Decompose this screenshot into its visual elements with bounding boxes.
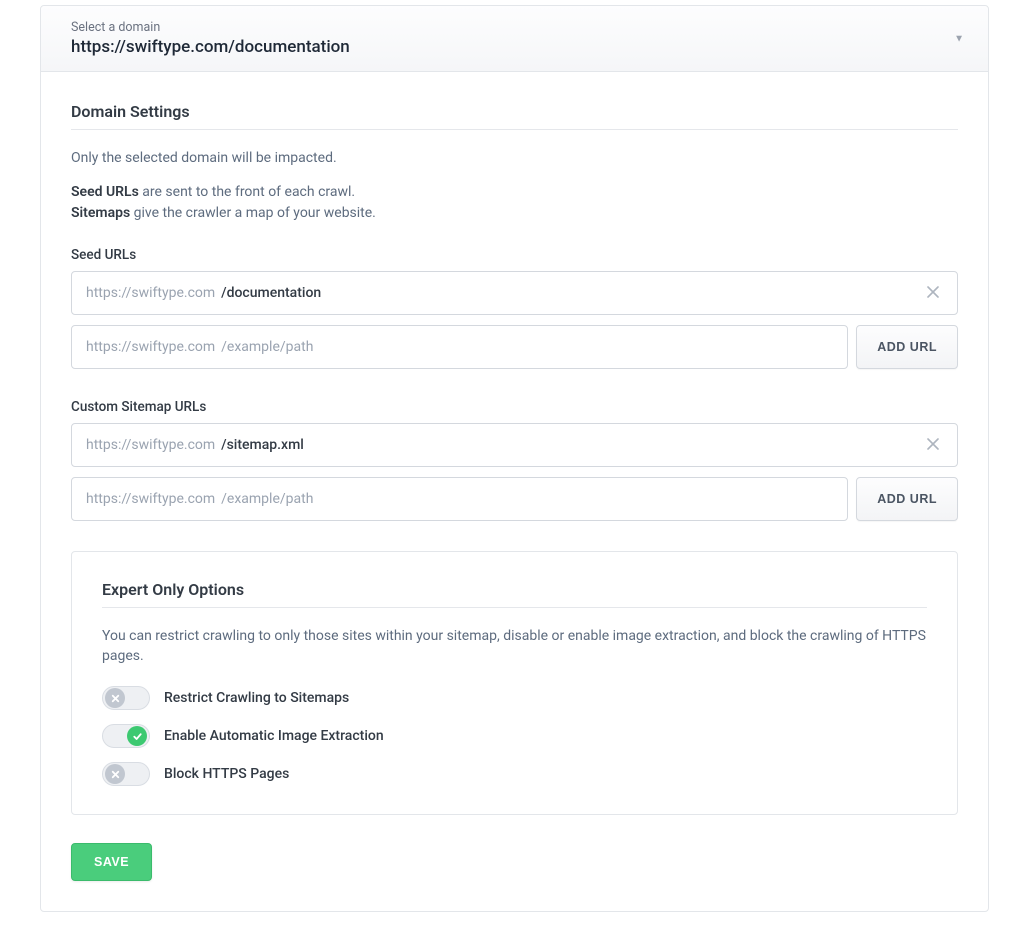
sitemaps-strong: Sitemaps (71, 205, 130, 221)
toggle-row-image-extraction: Enable Automatic Image Extraction (102, 724, 927, 748)
url-prefix: https://swiftype.com (86, 285, 215, 301)
toggle-label: Block HTTPS Pages (164, 766, 289, 782)
toggle-row-restrict-crawling: Restrict Crawling to Sitemaps (102, 686, 927, 710)
seed-urls-strong: Seed URLs (71, 184, 139, 200)
toggle-restrict-crawling[interactable] (102, 686, 150, 710)
domain-selector-value: https://swiftype.com/documentation (71, 37, 958, 57)
sitemap-url-input-wrap[interactable]: https://swiftype.com /sitemap.xml (71, 423, 958, 467)
seed-url-path: /documentation (221, 285, 321, 301)
sitemaps-desc: give the crawler a map of your website. (130, 205, 376, 221)
close-icon[interactable] (923, 281, 943, 305)
toggles-wrap: Restrict Crawling to Sitemaps Enable Aut… (102, 686, 927, 786)
close-icon[interactable] (923, 433, 943, 457)
expert-options-panel: Expert Only Options You can restrict cra… (71, 551, 958, 816)
seed-url-input[interactable] (221, 339, 833, 355)
seed-url-add-row: https://swiftype.com ADD URL (71, 325, 958, 369)
toggle-block-https[interactable] (102, 762, 150, 786)
sitemap-url-path: /sitemap.xml (221, 437, 304, 453)
toggle-label: Enable Automatic Image Extraction (164, 728, 384, 744)
section-description: Seed URLs are sent to the front of each … (71, 182, 958, 223)
add-seed-url-button[interactable]: ADD URL (856, 325, 958, 369)
seed-urls-group: Seed URLs https://swiftype.com /document… (71, 247, 958, 369)
expert-desc: You can restrict crawling to only those … (102, 626, 927, 667)
x-icon (105, 688, 125, 708)
panel-body: Domain Settings Only the selected domain… (41, 72, 988, 911)
sitemap-url-new-input-wrap[interactable]: https://swiftype.com (71, 477, 848, 521)
seed-urls-heading: Seed URLs (71, 247, 958, 263)
section-title: Domain Settings (71, 102, 958, 130)
settings-panel: Select a domain https://swiftype.com/doc… (40, 5, 989, 912)
sitemap-url-add-row: https://swiftype.com ADD URL (71, 477, 958, 521)
toggle-row-block-https: Block HTTPS Pages (102, 762, 927, 786)
add-sitemap-url-button[interactable]: ADD URL (856, 477, 958, 521)
seed-url-new-input-wrap[interactable]: https://swiftype.com (71, 325, 848, 369)
seed-url-row: https://swiftype.com /documentation (71, 271, 958, 315)
seed-url-input-wrap[interactable]: https://swiftype.com /documentation (71, 271, 958, 315)
toggle-image-extraction[interactable] (102, 724, 150, 748)
seed-urls-desc: are sent to the front of each crawl. (139, 184, 355, 200)
sitemap-url-input[interactable] (221, 491, 833, 507)
check-icon (127, 726, 147, 746)
x-icon (105, 764, 125, 784)
save-button[interactable]: SAVE (71, 843, 152, 881)
url-prefix: https://swiftype.com (86, 491, 215, 507)
toggle-label: Restrict Crawling to Sitemaps (164, 690, 349, 706)
url-prefix: https://swiftype.com (86, 339, 215, 355)
section-subtitle: Only the selected domain will be impacte… (71, 148, 958, 168)
url-prefix: https://swiftype.com (86, 437, 215, 453)
domain-selector-label: Select a domain (71, 20, 958, 35)
sitemap-urls-heading: Custom Sitemap URLs (71, 399, 958, 415)
expert-title: Expert Only Options (102, 580, 927, 608)
sitemap-urls-group: Custom Sitemap URLs https://swiftype.com… (71, 399, 958, 521)
sitemap-url-row: https://swiftype.com /sitemap.xml (71, 423, 958, 467)
chevron-down-icon: ▼ (954, 33, 964, 44)
domain-selector[interactable]: Select a domain https://swiftype.com/doc… (41, 6, 988, 72)
